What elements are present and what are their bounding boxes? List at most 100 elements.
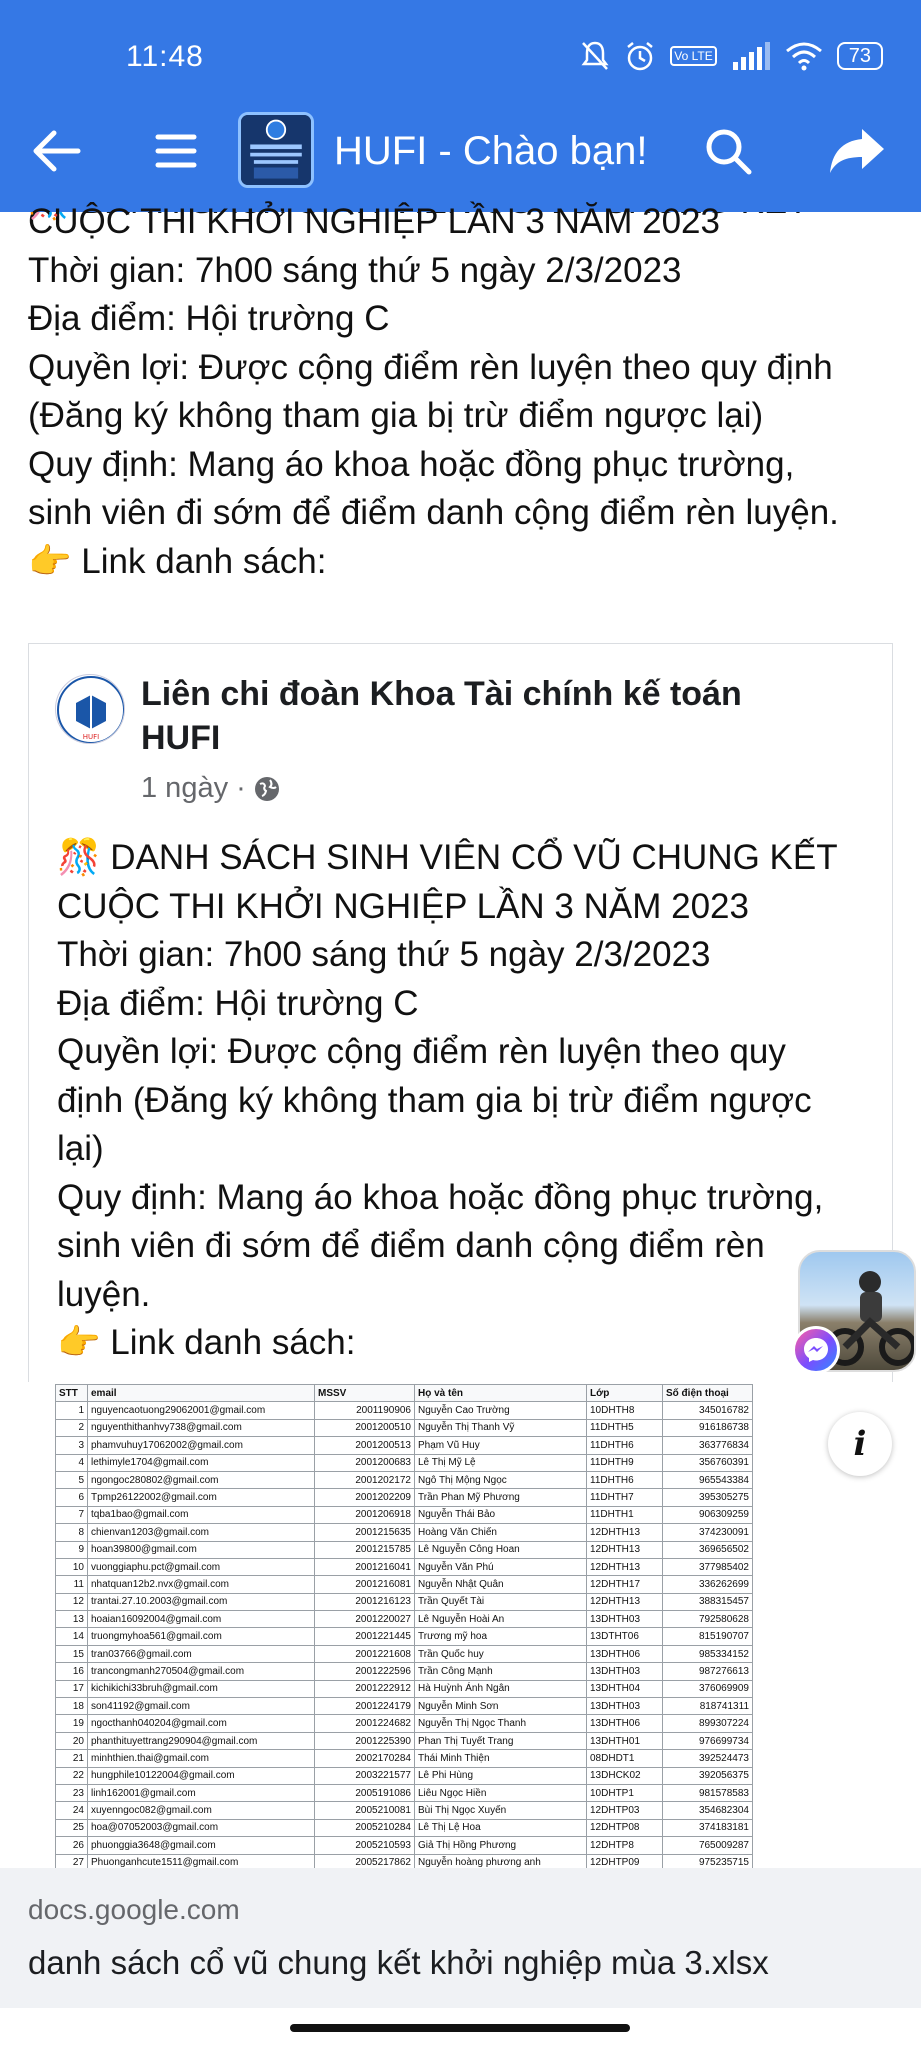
table-cell: 2005210081	[314, 1801, 415, 1820]
messenger-icon	[792, 1326, 840, 1374]
table-cell: 2001215785	[314, 1540, 415, 1559]
table-cell: Lê Thị Lệ Hoa	[414, 1818, 587, 1838]
table-row: 7 tqba1bao@gmail.com 2001206918 Nguyễn Thái…	[55, 1505, 753, 1525]
table-cell: 13DHTH03	[586, 1697, 663, 1716]
table-cell: 12DHTH13	[586, 1540, 663, 1559]
table-cell: 12	[55, 1592, 88, 1612]
table-cell: 374230091	[662, 1523, 753, 1542]
table-cell: 2001200683	[314, 1453, 415, 1472]
table-cell: 2005217862	[314, 1853, 415, 1868]
table-cell: Lê Nguyễn Hoài An	[414, 1610, 587, 1629]
table-cell: 11DHTH1	[586, 1505, 663, 1525]
table-cell: 2001202209	[314, 1488, 415, 1507]
table-cell: 18	[55, 1697, 88, 1716]
table-cell: Nguyễn Thái Bảo	[414, 1505, 587, 1525]
table-cell: 13DHTH03	[586, 1610, 663, 1629]
table-row: 18 son41192@gmail.com 2001224179 Nguyễn Min…	[55, 1697, 753, 1716]
alarm-icon	[627, 42, 654, 71]
shared-post-line: luyện.	[57, 1274, 151, 1314]
meta-separator: ·	[236, 772, 246, 804]
shared-post-line: Thời gian: 7h00 sáng thứ 5 ngày 2/3/2023	[57, 935, 711, 974]
home-indicator[interactable]	[290, 2024, 630, 2032]
table-cell: 13DHTH01	[586, 1731, 663, 1751]
table-cell: 2001224179	[314, 1697, 415, 1716]
table-cell: linh162001@gmail.com	[87, 1783, 315, 1803]
table-cell: 12DHTH13	[586, 1557, 663, 1577]
table-cell: 12DHTH13	[586, 1523, 663, 1542]
table-cell: ngocthanh040204@gmail.com	[87, 1714, 315, 1733]
table-row: 6 Tpmp26122002@gmail.com 2001202209 Trần Ph…	[55, 1488, 753, 1507]
table-cell: Trần Quyết Tài	[414, 1592, 587, 1612]
column-header: MSSV	[314, 1383, 415, 1403]
table-cell: hoa@07052003@gmail.com	[87, 1818, 315, 1838]
globe-icon	[254, 776, 279, 801]
table-cell: 23	[55, 1783, 88, 1803]
table-cell: Thái Minh Thiện	[414, 1749, 587, 1768]
search-button[interactable]	[696, 110, 760, 192]
volte-icon: Vo LTE	[670, 46, 717, 66]
table-cell: Nguyễn Cao Trường	[414, 1401, 587, 1420]
post-time[interactable]: 1 ngày	[141, 772, 228, 805]
table-cell: 815190707	[662, 1627, 753, 1646]
link-preview[interactable]: docs.google.com danh sách cổ vũ chung kế…	[0, 1868, 921, 2008]
table-cell: Nguyễn Minh Sơn	[414, 1697, 587, 1716]
table-cell: 19	[55, 1714, 88, 1733]
table-cell: phamvuhuy17062002@gmail.com	[87, 1436, 315, 1455]
post-first-line: 🎊 DANH SÁCH SINH VIÊN CỔ VŨ CHUNG KẾT	[28, 212, 809, 227]
table-cell: 975235715	[662, 1853, 753, 1868]
table-cell: 2001200510	[314, 1418, 415, 1438]
link-title[interactable]: danh sách cổ vũ chung kết khởi nghiệp mù…	[28, 1944, 769, 1982]
table-cell: son41192@gmail.com	[87, 1697, 315, 1716]
author-avatar[interactable]: HUFI	[55, 674, 125, 744]
table-cell: 11DHTH6	[586, 1436, 663, 1455]
table-cell: kichikichi33bruh@gmail.com	[87, 1679, 315, 1699]
table-cell: Trương mỹ hoa	[414, 1627, 587, 1646]
spreadsheet-preview[interactable]: STT email MSSV Họ và tên Lớp Số điện tho…	[0, 1382, 921, 1868]
shared-post-line: Quyền lợi: Được cộng điểm rèn luyện theo…	[57, 1032, 786, 1071]
table-cell: tran03766@gmail.com	[87, 1644, 315, 1664]
page-logo[interactable]	[238, 112, 314, 188]
table-cell: 2001216123	[314, 1592, 415, 1612]
table-cell: 14	[55, 1627, 88, 1646]
author-name[interactable]: Liên chi đoàn Khoa Tài chính kế toán HUF…	[141, 672, 821, 760]
shared-post-line: Địa điểm: Hội trường C	[57, 983, 419, 1023]
table-cell: ngongoc280802@gmail.com	[87, 1470, 315, 1490]
table-cell: 976699734	[662, 1731, 753, 1751]
table-cell: 2001222596	[314, 1662, 415, 1681]
table-cell: 11DHTH6	[586, 1470, 663, 1490]
table-cell: 13DHCK02	[586, 1766, 663, 1785]
shared-post-line[interactable]: 👉 Link danh sách:	[57, 1319, 887, 1368]
table-cell: 363776834	[662, 1436, 753, 1455]
column-header: Số điện thoại	[662, 1383, 753, 1403]
table-cell: 13DHTH04	[586, 1679, 663, 1699]
table-row: 12 trantai.27.10.2003@gmail.com 2001216123…	[55, 1592, 753, 1612]
table-cell: 965543384	[662, 1470, 753, 1490]
share-button[interactable]	[820, 110, 894, 192]
table-cell: 13DHTH06	[586, 1714, 663, 1733]
table-cell: Lê Thị Mỹ Lệ	[414, 1453, 587, 1472]
table-row: 24 xuyenngoc082@gmail.com 2005210081 Bùi Th…	[55, 1801, 753, 1820]
shared-post-line: sinh viên đi sớm để điểm danh cộng điểm …	[57, 1226, 765, 1265]
table-cell: 17	[55, 1679, 88, 1699]
table-cell: 2001202172	[314, 1470, 415, 1490]
table-cell: 13DTHT06	[586, 1627, 663, 1646]
table-cell: 899307224	[662, 1714, 753, 1733]
table-cell: Lê Phi Hùng	[414, 1766, 587, 1785]
table-cell: Trần Quốc huy	[414, 1644, 587, 1664]
page-title[interactable]: HUFI - Chào bạn!	[334, 110, 647, 192]
table-cell: 818741311	[662, 1697, 753, 1716]
table-cell: 2001206918	[314, 1505, 415, 1525]
table-cell: 2001216041	[314, 1557, 415, 1577]
back-button[interactable]	[26, 110, 86, 192]
table-row: 26 phuonggia3648@gmail.com 2005210593 Giả T…	[55, 1836, 753, 1855]
table-row: 2 nguyenthithanhvy738@gmail.com 2001200510…	[55, 1418, 753, 1438]
info-button[interactable]: i	[828, 1412, 892, 1476]
table-cell: hungphile10122004@gmail.com	[87, 1766, 315, 1785]
shared-post-body: 🎊 DANH SÁCH SINH VIÊN CỔ VŨ CHUNG KẾT CU…	[57, 834, 887, 1368]
table-cell: Phan Thị Tuyết Trang	[414, 1731, 587, 1751]
post-line[interactable]: 👉 Link danh sách:	[28, 538, 908, 587]
table-cell: phuonggia3648@gmail.com	[87, 1836, 315, 1855]
menu-button[interactable]	[146, 110, 206, 192]
table-cell: 12DHTH13	[586, 1592, 663, 1612]
table-cell: Ngô Thị Mộng Ngọc	[414, 1470, 587, 1490]
